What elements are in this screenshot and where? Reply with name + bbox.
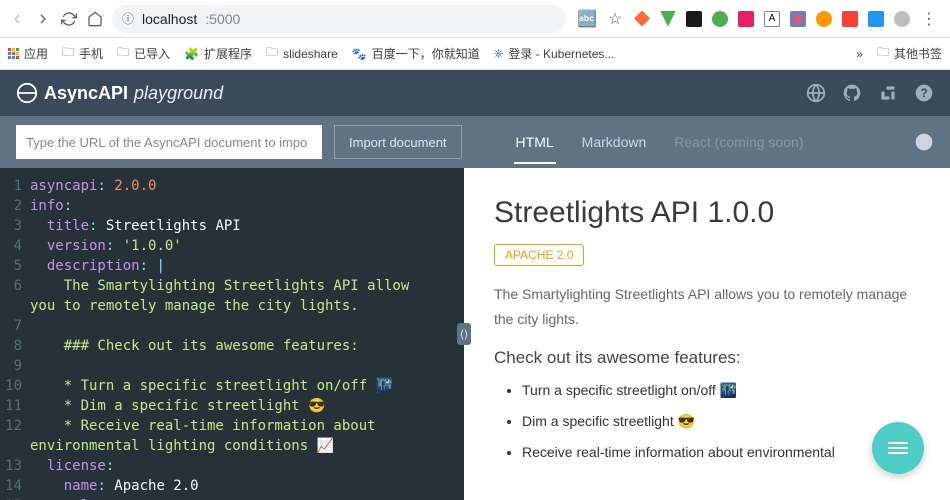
back-icon[interactable] [8,10,26,28]
ext-icon-7[interactable] [790,11,806,27]
puzzle-icon: 🧩 [184,47,199,61]
reload-icon[interactable] [60,10,78,28]
app-header: AsyncAPI playground ? [0,70,950,116]
ext-icon-9[interactable] [842,11,858,27]
github-icon[interactable] [842,83,862,103]
folder-icon: 🗀 [62,43,74,64]
toolbar: Import document HTML Markdown React (com… [0,116,950,168]
ext-icon-4[interactable] [712,11,728,27]
license-badge: APACHE 2.0 [494,244,584,266]
editor-line[interactable]: 15 url: [0,496,464,500]
star-icon[interactable]: ☆ [606,10,624,28]
editor-line[interactable]: 12 * Receive real-time information about [0,416,464,436]
bookmark-folder[interactable]: 🗀手机 [62,43,103,64]
tab-react: React (coming soon) [672,120,805,164]
editor-line[interactable]: 4 version: '1.0.0' [0,236,464,256]
editor-line[interactable]: 6 The Smartylighting Streetlights API al… [0,276,464,296]
logo-icon [16,82,38,104]
folder-icon: 🗀 [117,43,129,64]
editor-line[interactable]: 2info: [0,196,464,216]
folder-icon: 🗀 [877,43,889,64]
editor-line[interactable]: 14 name: Apache 2.0 [0,476,464,496]
bookmark-extensions[interactable]: 🧩扩展程序 [184,45,252,62]
bookmark-baidu[interactable]: 🐾百度一下，你就知道 [352,45,480,62]
list-item: Receive real-time information about envi… [522,442,920,463]
import-button[interactable]: Import document [334,125,462,159]
url-host: localhost [142,11,197,27]
editor-line[interactable]: 13 license: [0,456,464,476]
editor-line[interactable]: 8 ### Check out its awesome features: [0,336,464,356]
bookmarks-bar: 应用 🗀手机 🗀已导入 🧩扩展程序 🗀slideshare 🐾百度一下，你就知道… [0,38,950,70]
ext-icon-10[interactable] [868,11,884,27]
bookmark-folder[interactable]: 🗀slideshare [266,43,338,64]
folder-icon: 🗀 [266,43,278,64]
editor-line[interactable]: environmental lighting conditions 📈 [0,436,464,456]
bookmark-k8s[interactable]: ⎈登录 - Kubernetes... [494,45,615,62]
globe-icon[interactable] [806,83,826,103]
editor-line[interactable]: 5 description: | [0,256,464,276]
brand-light: playground [134,83,223,104]
k8s-icon: ⎈ [494,46,504,61]
ext-icon-6[interactable]: A [764,11,780,27]
output-tabs: HTML Markdown React (coming soon) [514,120,806,164]
home-icon[interactable] [86,10,104,28]
splitter-handle[interactable]: ⟨⟩ [457,323,471,345]
editor-line[interactable]: 11 * Dim a specific streetlight 😎 [0,396,464,416]
download-icon[interactable] [914,132,934,152]
main-split: 1asyncapi: 2.0.02info:3 title: Streetlig… [0,168,950,500]
extension-icons: 🔤 ☆ A ⋮ [574,10,942,28]
ext-icon-1[interactable] [634,11,650,27]
tab-markdown[interactable]: Markdown [580,120,649,164]
ext-icon-5[interactable] [738,11,754,27]
slack-icon[interactable] [878,83,898,103]
paw-icon: 🐾 [352,47,367,61]
code-editor[interactable]: 1asyncapi: 2.0.02info:3 title: Streetlig… [0,168,464,500]
translate-icon[interactable]: 🔤 [578,10,596,28]
forward-icon[interactable] [34,10,52,28]
browser-nav-bar: ⓘ localhost :5000 🔤 ☆ A ⋮ [0,0,950,38]
bookmark-folder[interactable]: 🗀已导入 [117,43,170,64]
features-heading: Check out its awesome features: [494,348,920,368]
preview-pane: Streetlights API 1.0.0 APACHE 2.0 The Sm… [464,168,950,500]
info-icon: ⓘ [122,10,134,27]
editor-line[interactable]: 9 [0,356,464,376]
list-item: Turn a specific streetlight on/off 🌃 [522,380,920,401]
brand-bold: AsyncAPI [44,83,128,104]
preview-title: Streetlights API 1.0.0 [494,196,920,230]
menu-icon[interactable]: ⋮ [920,10,938,28]
document-url-input[interactable] [16,125,322,159]
bookmarks-overflow[interactable]: » [856,47,863,61]
editor-line[interactable]: 10 * Turn a specific streetlight on/off … [0,376,464,396]
editor-line[interactable]: you to remotely manage the city lights. [0,296,464,316]
other-bookmarks[interactable]: 🗀其他书签 [877,43,942,64]
editor-line[interactable]: 1asyncapi: 2.0.0 [0,176,464,196]
avatar-icon[interactable] [894,11,910,27]
ext-icon-3[interactable] [686,11,702,27]
hamburger-icon [888,442,908,454]
fab-menu-button[interactable] [872,422,924,474]
features-list: Turn a specific streetlight on/off 🌃 Dim… [494,380,920,463]
app-logo: AsyncAPI playground [16,82,223,104]
preview-description: The Smartylighting Streetlights API allo… [494,282,920,332]
apps-button[interactable]: 应用 [8,45,48,62]
help-icon[interactable]: ? [914,83,934,103]
url-bar[interactable]: ⓘ localhost :5000 [112,5,566,33]
svg-text:?: ? [920,87,927,100]
ext-icon-2[interactable] [660,11,676,27]
list-item: Dim a specific streetlight 😎 [522,411,920,432]
ext-icon-8[interactable] [816,11,832,27]
editor-line[interactable]: 3 title: Streetlights API [0,216,464,236]
editor-line[interactable]: 7 [0,316,464,336]
url-port: :5000 [205,11,240,27]
tab-html[interactable]: HTML [514,120,556,164]
